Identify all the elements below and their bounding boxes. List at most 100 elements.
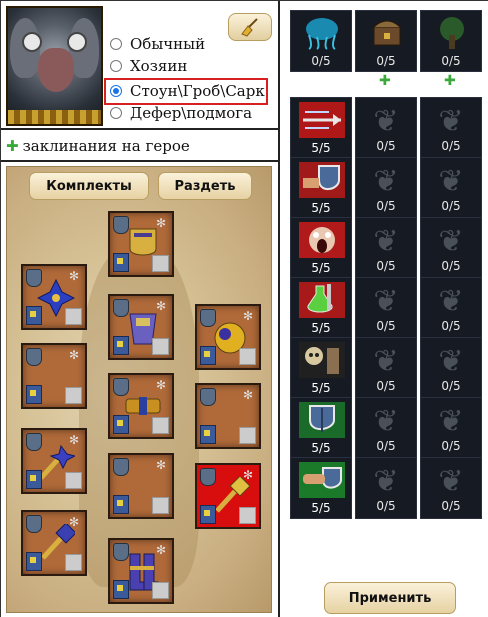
artifact-row-4-c3[interactable]: ❦ 0/5 <box>420 277 482 339</box>
artifact-row-1-c2[interactable]: ❦ 0/5 <box>355 97 417 159</box>
slot-rod[interactable]: ✻ <box>21 510 87 576</box>
handshake-shield-icon <box>299 462 345 498</box>
plus-icon[interactable]: ✚ <box>379 73 391 89</box>
slot-helmet[interactable]: ✻ <box>108 211 174 277</box>
scroll-icon <box>26 385 42 404</box>
artifact-count: 0/5 <box>376 199 396 213</box>
artifact-row-1-c3[interactable]: ❦ 0/5 <box>420 97 482 159</box>
empty-box-icon <box>152 497 169 514</box>
jellyfish-icon <box>306 18 338 50</box>
artifact-count: 5/5 <box>311 441 331 455</box>
undress-button[interactable]: Раздеть <box>158 172 252 200</box>
slot-armor[interactable]: ✻ <box>108 294 174 360</box>
empty-box-icon <box>239 427 256 444</box>
radio-button-0[interactable] <box>110 38 122 50</box>
artifact-row-6-main[interactable]: 5/5 <box>290 397 352 459</box>
dark-glyph-icon: ❦ <box>438 104 464 139</box>
artifact-count: 5/5 <box>311 261 331 275</box>
artifact-row-6-c3[interactable]: ❦ 0/5 <box>420 397 482 459</box>
tree-icon <box>440 17 464 49</box>
slot-cloak[interactable]: ✻ <box>21 343 87 409</box>
artifact-row-4-c2[interactable]: ❦ 0/5 <box>355 277 417 339</box>
slot-weapon[interactable]: ✻ <box>21 428 87 494</box>
clear-button[interactable] <box>228 13 272 41</box>
artifact-row-4-main[interactable]: 5/5 <box>290 277 352 339</box>
artifact-row-5-c2[interactable]: ❦ 0/5 <box>355 337 417 399</box>
artifact-count: 0/5 <box>441 319 461 333</box>
empty-box-icon <box>239 507 256 524</box>
spells-on-hero-row[interactable]: ✚ заклинания на герое <box>6 134 190 158</box>
mode-option-1[interactable]: Хозяин <box>110 55 270 77</box>
screaming-face-icon <box>299 222 345 258</box>
artifact-row-3-c2[interactable]: ❦ 0/5 <box>355 217 417 279</box>
artifact-top-2[interactable]: 0/5 <box>355 10 417 72</box>
dark-glyph-icon: ❦ <box>373 164 399 199</box>
slot-necklace[interactable]: ✻ <box>21 264 87 330</box>
slot-shield[interactable]: ✻ <box>195 304 261 370</box>
artifact-row-2-c3[interactable]: ❦ 0/5 <box>420 157 482 219</box>
claw-icon: ✻ <box>155 458 167 472</box>
empty-box-icon <box>65 308 82 325</box>
scroll-icon <box>26 470 42 489</box>
artifact-row-3-main[interactable]: 5/5 <box>290 217 352 279</box>
artifact-count: 0/5 <box>376 499 396 513</box>
mode-option-label: Стоун\Гроб\Сарк <box>130 82 265 100</box>
dark-glyph-icon: ❦ <box>438 464 464 499</box>
radio-button-2[interactable] <box>110 85 122 97</box>
dark-glyph-icon: ❦ <box>373 464 399 499</box>
radio-button-3[interactable] <box>110 107 122 119</box>
sets-button[interactable]: Комплекты <box>29 172 149 200</box>
artifact-row-5-c3[interactable]: ❦ 0/5 <box>420 337 482 399</box>
empty-box-icon <box>239 348 256 365</box>
mode-option-label: Хозяин <box>130 57 188 75</box>
apply-button[interactable]: Применить <box>324 582 456 614</box>
artifact-row-5-main[interactable]: 5/5 <box>290 337 352 399</box>
artifact-top-1[interactable]: 0/5 <box>290 10 352 72</box>
artifact-count: 0/5 <box>441 259 461 273</box>
slot-belt[interactable]: ✻ <box>108 373 174 439</box>
mode-option-3[interactable]: Дефер\подмога <box>110 102 270 124</box>
empty-box-icon <box>152 582 169 599</box>
slot-left-hand[interactable]: ✻ <box>195 383 261 449</box>
artifact-count: 0/5 <box>441 54 461 68</box>
plus-icon[interactable]: ✚ <box>6 137 19 155</box>
artifact-count: 0/5 <box>376 319 396 333</box>
broom-icon <box>241 18 258 37</box>
artifact-row-2-main[interactable]: 5/5 <box>290 157 352 219</box>
artifact-count: 0/5 <box>441 499 461 513</box>
arrows-icon <box>299 102 345 138</box>
empty-box-icon <box>152 417 169 434</box>
artifact-row-3-c3[interactable]: ❦ 0/5 <box>420 217 482 279</box>
empty-box-icon <box>65 387 82 404</box>
scroll-icon <box>26 306 42 325</box>
artifact-count: 5/5 <box>311 141 331 155</box>
scroll-icon <box>200 425 216 444</box>
artifact-row-7-c3[interactable]: ❦ 0/5 <box>420 457 482 519</box>
artifact-row-7-main[interactable]: 5/5 <box>290 457 352 519</box>
artifact-row-2-c2[interactable]: ❦ 0/5 <box>355 157 417 219</box>
scroll-icon <box>113 415 129 434</box>
scroll-icon <box>200 346 216 365</box>
skull-icon <box>299 342 345 378</box>
empty-box-icon <box>152 338 169 355</box>
claw-icon: ✻ <box>242 388 254 402</box>
artifact-count: 0/5 <box>441 199 461 213</box>
artifact-count: 0/5 <box>376 139 396 153</box>
plus-icon[interactable]: ✚ <box>444 73 456 89</box>
dark-glyph-icon: ❦ <box>373 404 399 439</box>
slot-pants[interactable]: ✻ <box>108 453 174 519</box>
artifact-row-1-main[interactable]: 5/5 <box>290 97 352 159</box>
slot-weapon-2[interactable]: ✻ <box>195 463 261 529</box>
dark-glyph-icon: ❦ <box>438 224 464 259</box>
artifact-top-3[interactable]: 0/5 <box>420 10 482 72</box>
artifact-count: 0/5 <box>376 259 396 273</box>
artifact-row-6-c2[interactable]: ❦ 0/5 <box>355 397 417 459</box>
radio-button-1[interactable] <box>110 60 122 72</box>
slot-boots[interactable]: ✻ <box>108 538 174 604</box>
dark-glyph-icon: ❦ <box>373 344 399 379</box>
mode-option-2[interactable]: Стоун\Гроб\Сарк <box>110 80 270 102</box>
claw-icon: ✻ <box>68 348 80 362</box>
artifact-count: 5/5 <box>311 501 331 515</box>
artifact-row-7-c2[interactable]: ❦ 0/5 <box>355 457 417 519</box>
shield-icon <box>299 402 345 438</box>
